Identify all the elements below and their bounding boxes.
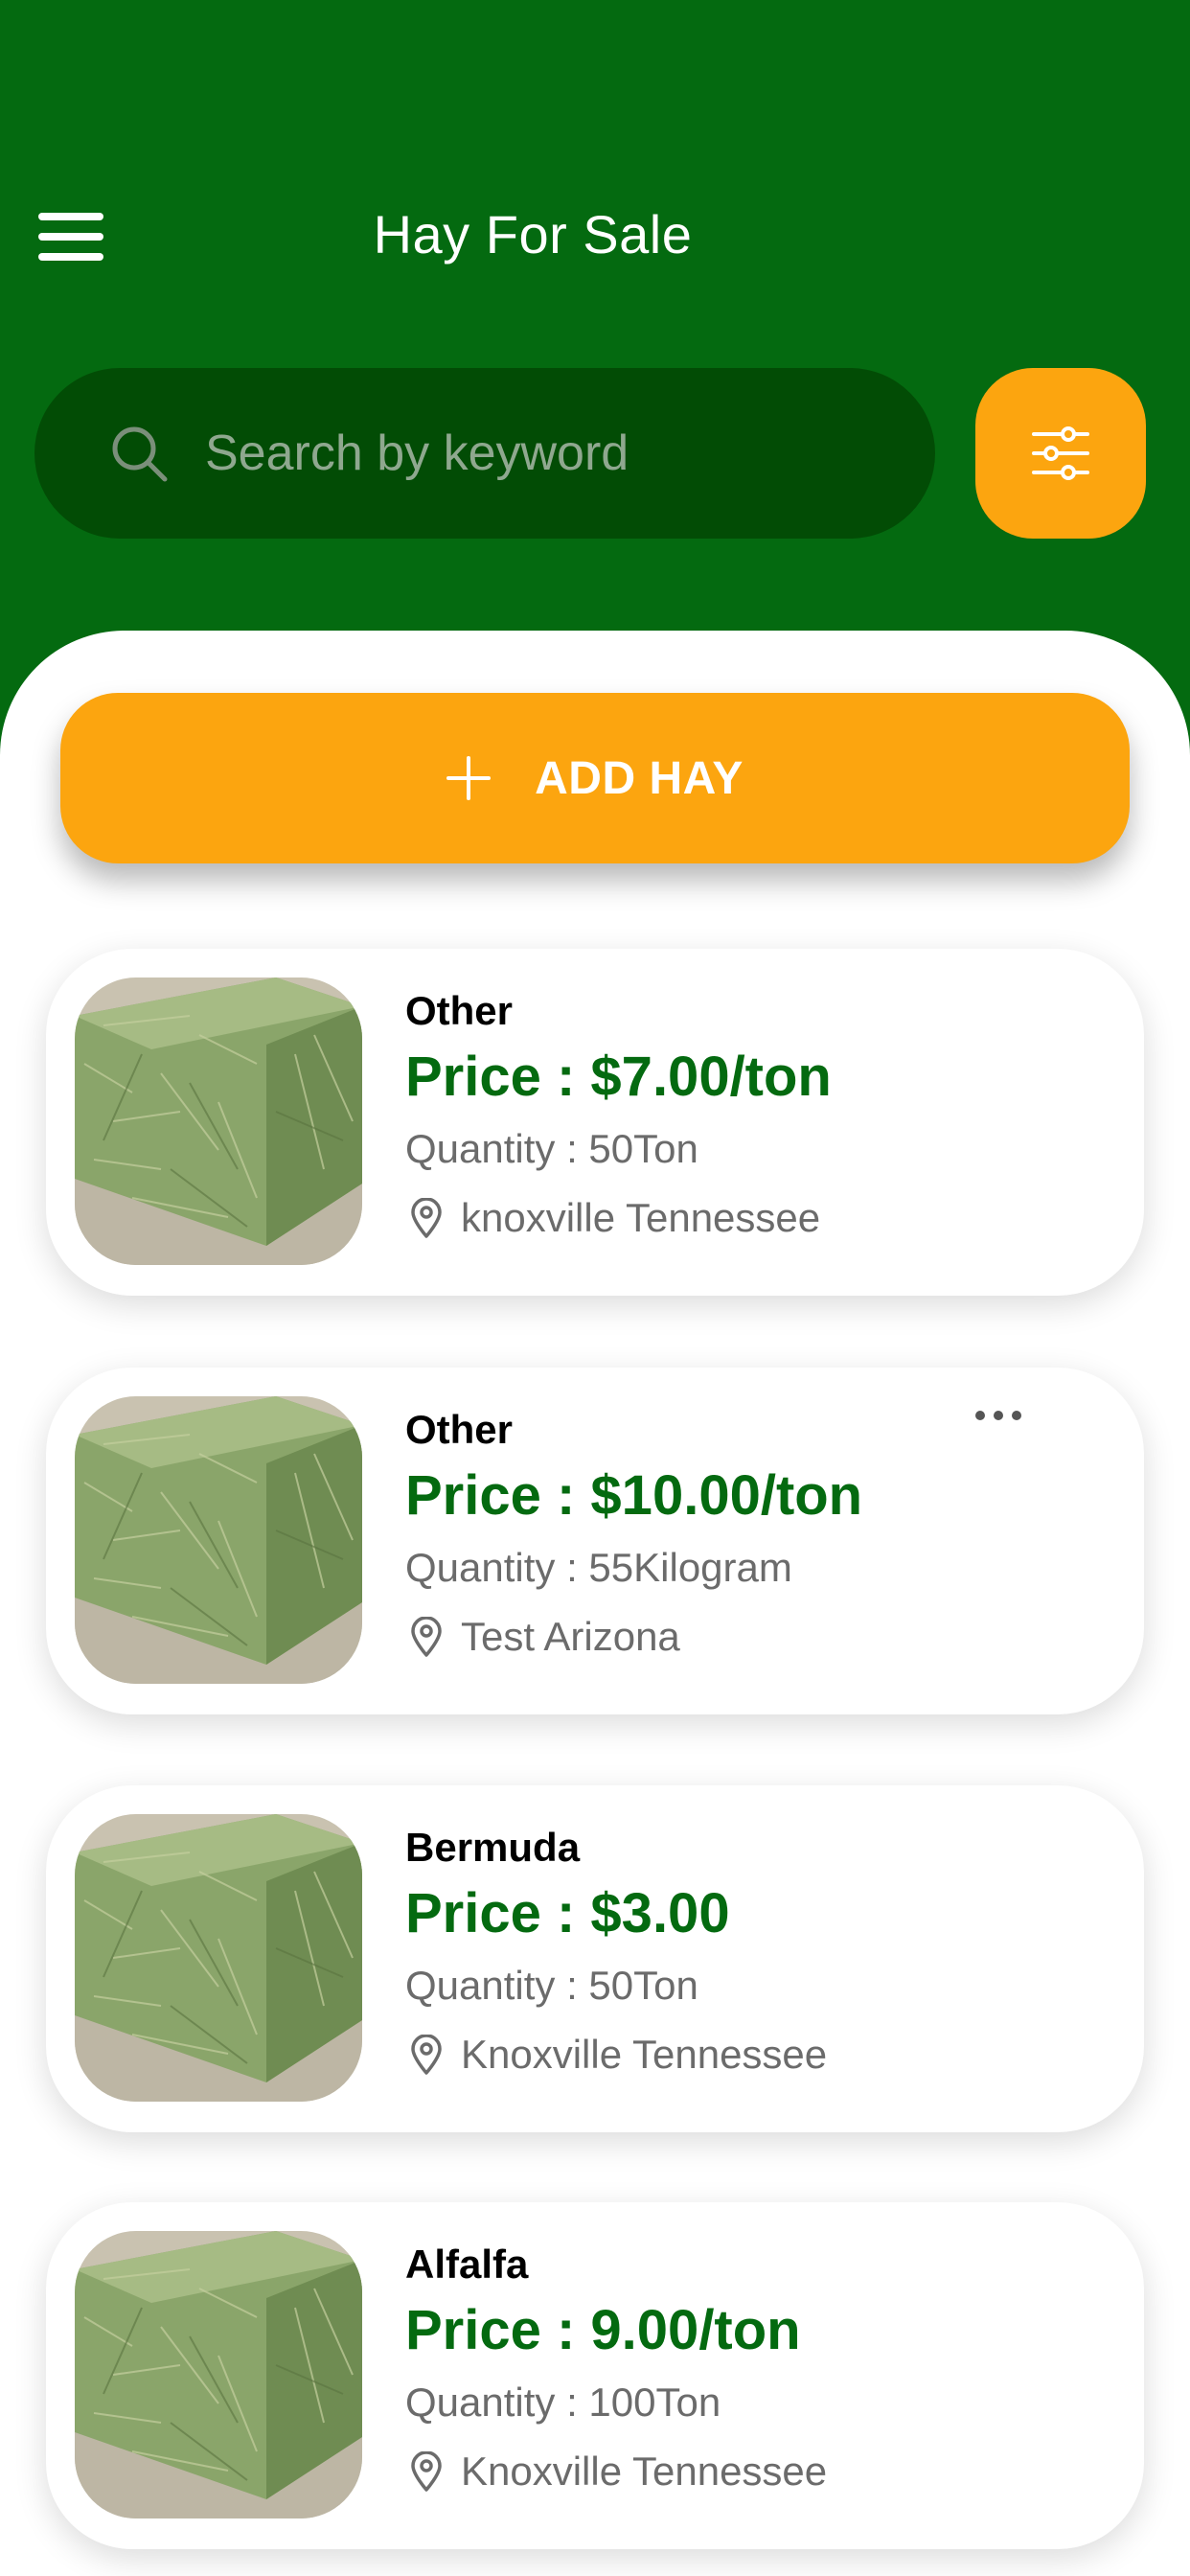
hay-bale-image	[75, 978, 362, 1265]
hay-location: knoxville Tennessee	[405, 1186, 1076, 1250]
location-pin-icon	[411, 1617, 442, 1657]
dot	[994, 1411, 1003, 1420]
hay-location-text: Knoxville Tennessee	[461, 2449, 828, 2494]
hay-type: Alfalfa	[405, 2242, 529, 2287]
hay-quantity: Quantity : 100Ton	[405, 2380, 721, 2425]
listing-info: Other Price : $7.00/ton Quantity : 50Ton kn…	[405, 985, 1076, 1250]
location-pin-icon	[411, 2451, 442, 2492]
app-screen: Hay For Sale ADD HAY	[0, 0, 1190, 2576]
hay-quantity: Quantity : 50Ton	[405, 1963, 698, 2008]
listing-card[interactable]: Other Price : $10.00/ton Quantity : 55Kilo…	[46, 1368, 1144, 1714]
hay-price: Price : $3.00	[405, 1882, 730, 1944]
hay-bale-image	[75, 2231, 362, 2518]
dot	[975, 1411, 985, 1420]
dot	[1012, 1411, 1021, 1420]
hay-bale-image	[75, 1814, 362, 2102]
hay-location: Knoxville Tennessee	[405, 2023, 1076, 2086]
listing-card[interactable]: Other Price : $7.00/ton Quantity : 50Ton kn…	[46, 949, 1144, 1296]
hay-price: Price : $10.00/ton	[405, 1464, 863, 1527]
plus-icon	[446, 756, 492, 800]
search-input[interactable]	[205, 425, 933, 482]
listing-info: Alfalfa Price : 9.00/ton Quantity : 100Ton…	[405, 2239, 1076, 2503]
location-pin-icon	[411, 1198, 442, 1238]
filter-sliders-icon	[1032, 426, 1089, 480]
page-title: Hay For Sale	[373, 204, 693, 264]
filter-button[interactable]	[975, 368, 1146, 539]
listing-card[interactable]: Alfalfa Price : 9.00/ton Quantity : 100Ton…	[46, 2202, 1144, 2549]
hay-location-text: Test Arizona	[461, 1614, 680, 1659]
listing-card[interactable]: Bermuda Price : $3.00 Quantity : 50Ton Knox…	[46, 1785, 1144, 2132]
location-pin-icon	[411, 2035, 442, 2075]
search-icon	[112, 426, 168, 482]
more-options-icon[interactable]	[975, 1406, 1021, 1425]
hay-location-text: knoxville Tennessee	[461, 1195, 821, 1240]
listing-info: Other Price : $10.00/ton Quantity : 55Kilo…	[405, 1404, 1076, 1668]
hay-bale-image	[75, 1396, 362, 1684]
hay-quantity: Quantity : 55Kilogram	[405, 1545, 792, 1590]
hay-location: Test Arizona	[405, 1605, 1076, 1668]
add-hay-button[interactable]: ADD HAY	[60, 693, 1130, 863]
hay-location: Knoxville Tennessee	[405, 2440, 1076, 2503]
listing-info: Bermuda Price : $3.00 Quantity : 50Ton Knox…	[405, 1822, 1076, 2086]
hay-type: Other	[405, 988, 514, 1033]
search-bar[interactable]	[34, 368, 935, 539]
add-hay-label: ADD HAY	[535, 752, 744, 804]
hay-price: Price : 9.00/ton	[405, 2299, 801, 2361]
hay-location-text: Knoxville Tennessee	[461, 2032, 828, 2077]
hay-type: Bermuda	[405, 1825, 581, 1870]
hay-quantity: Quantity : 50Ton	[405, 1126, 698, 1171]
hay-price: Price : $7.00/ton	[405, 1046, 832, 1108]
